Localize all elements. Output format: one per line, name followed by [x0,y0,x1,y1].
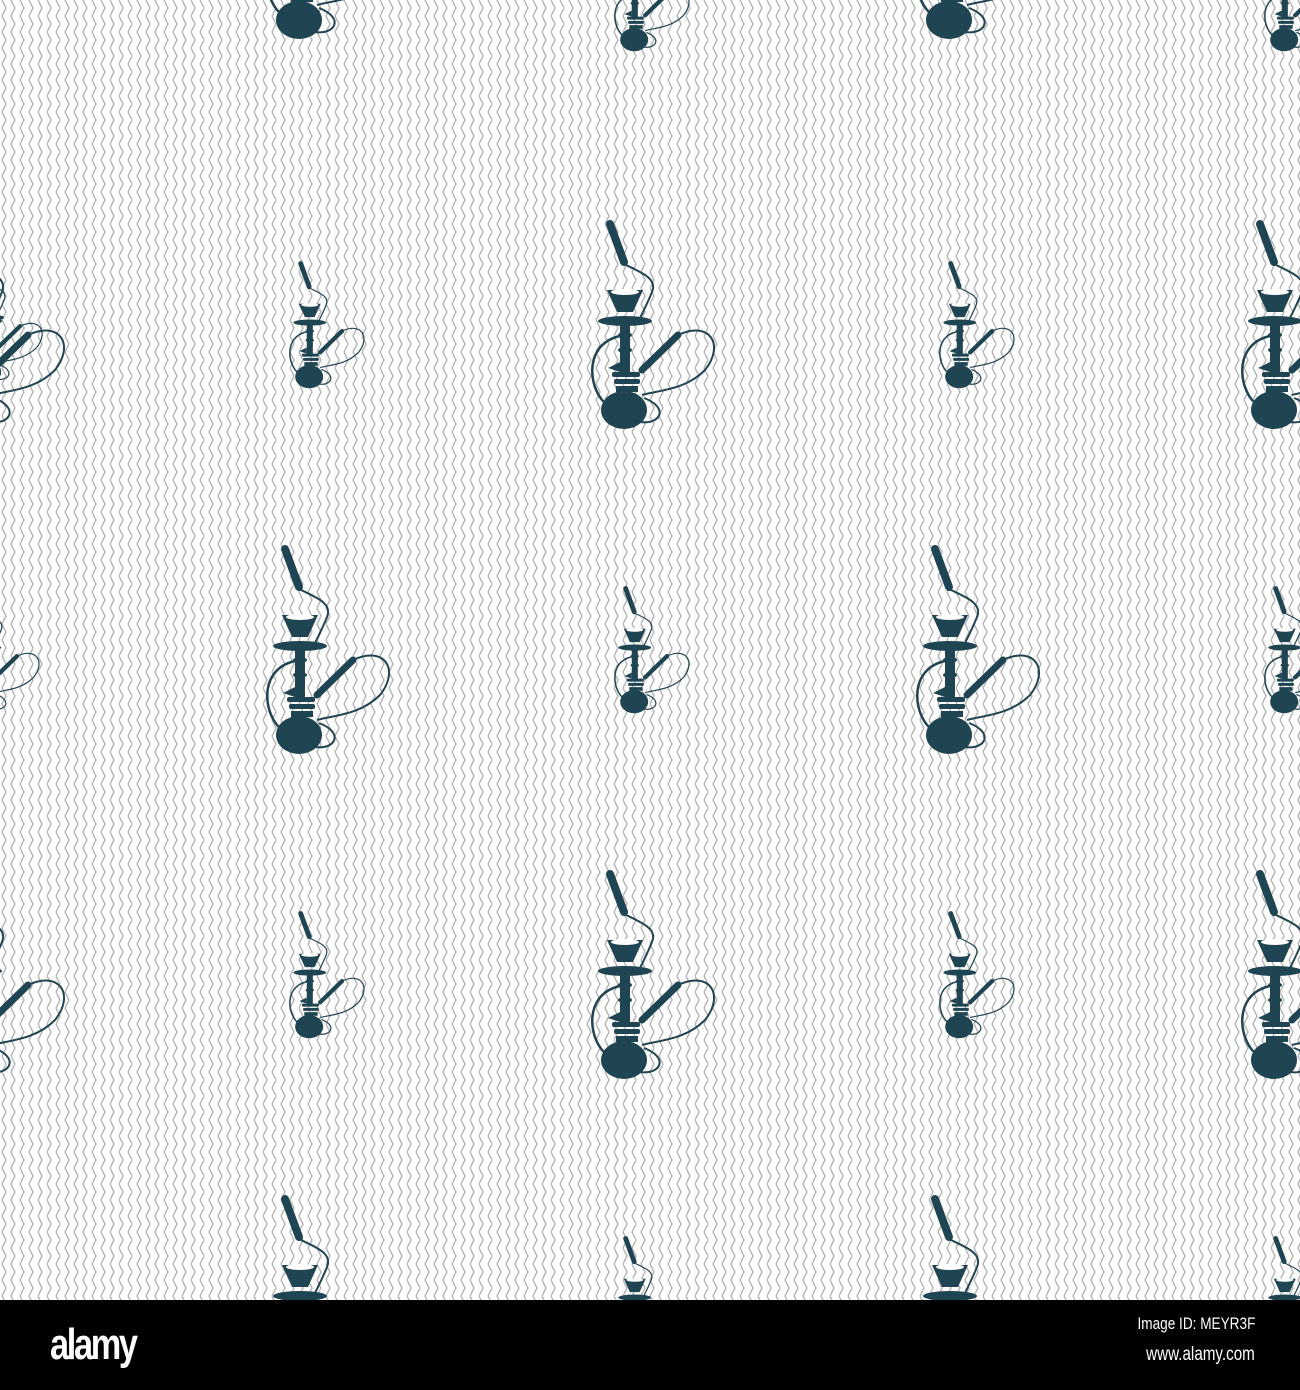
seamless-hookah-pattern [0,0,1300,1300]
image-id: Image ID: MEYR3F [1137,1314,1255,1333]
stock-image: alamy Image ID: MEYR3F www.alamy.com [0,0,1300,1390]
site-url: www.alamy.com [1146,1344,1255,1365]
watermark-bar: alamy Image ID: MEYR3F www.alamy.com [0,1300,1300,1390]
alamy-logo: alamy [50,1320,138,1369]
